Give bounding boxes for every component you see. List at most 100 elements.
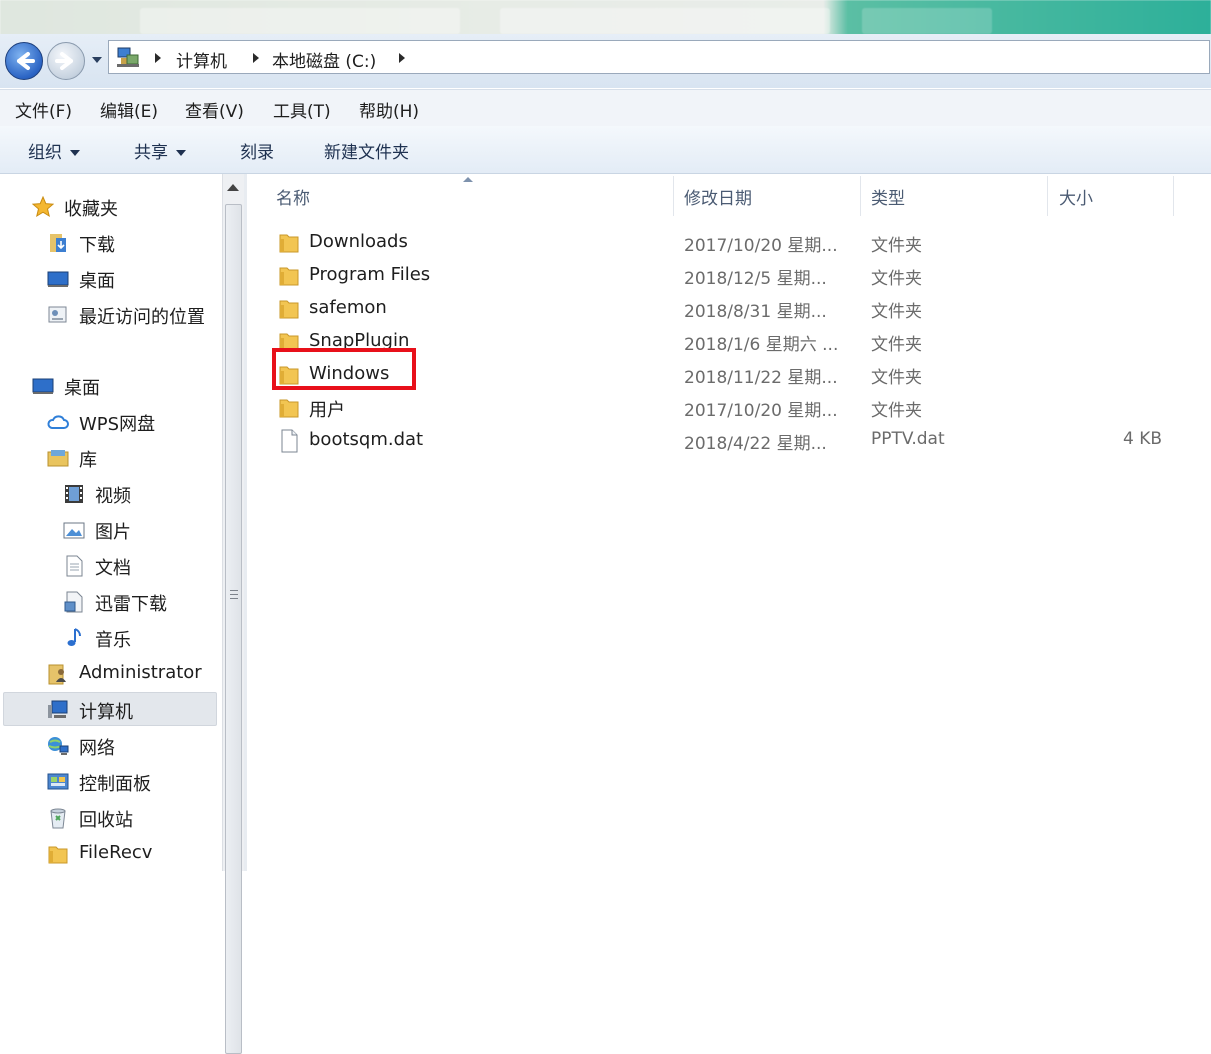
menu-bar: 文件(F) 编辑(E) 查看(V) 工具(T) 帮助(H) [0, 89, 1211, 127]
file-row[interactable]: SnapPlugin 2018/1/6 星期六 ... 文件夹 [276, 326, 1211, 358]
nav-scrollbar[interactable] [222, 174, 244, 1054]
file-size: 4 KB [1122, 429, 1162, 449]
burn-button[interactable]: 刻录 [240, 138, 274, 163]
breadcrumb-arrow-icon[interactable] [399, 53, 405, 63]
file-name: safemon [309, 297, 387, 318]
file-type: 文件夹 [871, 236, 922, 256]
sort-ascending-icon [463, 177, 473, 182]
forward-arrow-icon [55, 52, 73, 70]
nav-label: 图片 [95, 522, 131, 543]
menu-help[interactable]: 帮助(H) [359, 97, 419, 122]
file-type: 文件夹 [871, 401, 922, 421]
nav-label: 计算机 [79, 702, 133, 723]
breadcrumb-arrow-icon[interactable] [253, 53, 259, 63]
file-row[interactable]: 用户 2017/10/20 星期... 文件夹 [276, 392, 1211, 424]
taskbar-tab-ghost [862, 8, 992, 34]
document-icon [66, 555, 83, 577]
scroll-up-arrow-icon[interactable] [227, 184, 239, 191]
nav-label: 最近访问的位置 [79, 307, 205, 328]
folder-icon [279, 234, 299, 253]
taskbar-tab-ghost [140, 8, 460, 34]
xunlei-download-icon [64, 591, 83, 613]
column-header-type[interactable]: 类型 [871, 184, 905, 209]
file-date: 2017/10/20 星期... [684, 401, 838, 421]
file-date: 2018/12/5 星期... [684, 269, 827, 289]
back-button[interactable] [5, 42, 43, 80]
menu-tools[interactable]: 工具(T) [273, 97, 331, 122]
file-date: 2017/10/20 星期... [684, 236, 838, 256]
file-date: 2018/4/22 星期... [684, 434, 827, 454]
file-row[interactable]: Program Files 2018/12/5 星期... 文件夹 [276, 260, 1211, 292]
file-row-windows[interactable]: Windows 2018/11/22 星期... 文件夹 [276, 359, 1211, 391]
nav-label: 网络 [79, 738, 115, 759]
share-label: 共享 [134, 143, 168, 163]
breadcrumb-arrow-icon[interactable] [155, 53, 161, 63]
menu-file[interactable]: 文件(F) [15, 97, 72, 122]
nav-label: 音乐 [95, 630, 131, 651]
column-separator[interactable] [673, 176, 674, 216]
menu-view[interactable]: 查看(V) [185, 97, 244, 122]
music-note-icon [67, 628, 81, 646]
column-separator[interactable] [1047, 176, 1048, 216]
history-dropdown-icon[interactable] [90, 55, 104, 65]
nav-label: FileRecv [79, 842, 153, 863]
nav-label: 收藏夹 [64, 199, 118, 220]
breadcrumb-drive-c[interactable]: 本地磁盘 (C:) [272, 47, 376, 72]
file-name: 用户 [309, 400, 345, 421]
downloads-folder-icon [50, 234, 66, 252]
desktop-icon [32, 378, 54, 394]
address-bar[interactable]: 计算机 本地磁盘 (C:) [108, 40, 1210, 74]
file-name: bootsqm.dat [309, 429, 424, 450]
network-icon [48, 737, 69, 755]
nav-label: WPS网盘 [79, 414, 156, 435]
nav-label: 文档 [95, 558, 131, 579]
user-folder-icon [48, 664, 66, 685]
column-separator[interactable] [1173, 176, 1174, 216]
file-date: 2018/1/6 星期六 ... [684, 335, 839, 355]
share-button[interactable]: 共享 [134, 138, 186, 163]
column-header-date[interactable]: 修改日期 [684, 184, 752, 209]
chevron-down-icon [176, 150, 186, 156]
file-row[interactable]: Downloads 2017/10/20 星期... 文件夹 [276, 227, 1211, 259]
folder-icon [279, 300, 299, 319]
computer-icon [48, 700, 68, 718]
organize-button[interactable]: 组织 [28, 138, 80, 163]
file-name: Downloads [309, 231, 408, 252]
nav-label: 库 [79, 450, 97, 471]
file-type: 文件夹 [871, 368, 922, 388]
column-separator[interactable] [860, 176, 861, 216]
star-icon [32, 196, 54, 218]
file-type: 文件夹 [871, 335, 922, 355]
folder-icon [279, 267, 299, 286]
libraries-icon [47, 450, 69, 467]
new-folder-button[interactable]: 新建文件夹 [324, 138, 409, 163]
forward-button[interactable] [47, 42, 85, 80]
file-row[interactable]: bootsqm.dat 2018/4/22 星期... PPTV.dat 4 K… [276, 425, 1211, 457]
nav-label: 视频 [95, 486, 131, 507]
scroll-grip [230, 590, 238, 591]
nav-label: Administrator [79, 662, 202, 683]
pictures-icon [63, 522, 85, 539]
menu-edit[interactable]: 编辑(E) [100, 97, 158, 122]
taskbar-tab-ghost [500, 8, 830, 34]
column-header-name[interactable]: 名称 [276, 184, 310, 209]
computer-location-icon [117, 47, 139, 67]
pane-divider[interactable] [244, 174, 247, 871]
control-panel-icon [47, 773, 69, 790]
file-type: 文件夹 [871, 302, 922, 322]
file-row[interactable]: safemon 2018/8/31 星期... 文件夹 [276, 293, 1211, 325]
breadcrumb-computer[interactable]: 计算机 [176, 47, 227, 72]
chevron-down-icon [70, 150, 80, 156]
file-type: 文件夹 [871, 269, 922, 289]
desktop-icon [47, 271, 69, 287]
nav-label: 桌面 [79, 271, 115, 292]
column-header-size[interactable]: 大小 [1059, 184, 1093, 209]
scroll-thumb[interactable] [225, 204, 242, 1054]
file-type: PPTV.dat [871, 429, 945, 449]
nav-label: 控制面板 [79, 774, 151, 795]
folder-icon [48, 846, 68, 864]
scroll-grip [230, 594, 238, 595]
cloud-icon [47, 415, 69, 429]
folder-icon [279, 399, 299, 418]
file-date: 2018/11/22 星期... [684, 368, 838, 388]
